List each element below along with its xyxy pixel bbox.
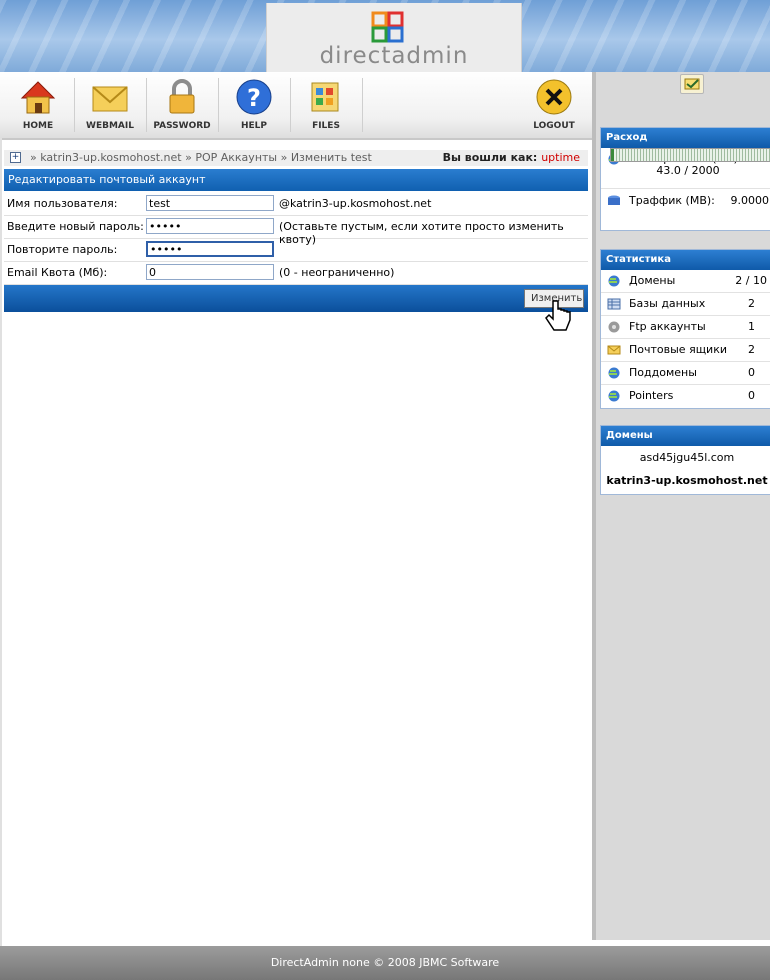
footer: DirectAdmin none © 2008 JBMC Software (0, 946, 770, 980)
stats-value: 0 (748, 389, 755, 402)
help-icon: ? (236, 79, 272, 115)
envelope-icon (92, 86, 128, 112)
domain-suffix: @katrin3-up.kosmohost.net (279, 197, 432, 210)
repeat-password-field[interactable] (146, 241, 274, 257)
stats-value: 0 (748, 366, 755, 379)
files-label: FILES (312, 121, 340, 131)
usage-panel: Расход Размер квоты (MB): 2% 43.0 / 2000… (600, 127, 770, 231)
quota-row: Email Квота (Мб): (0 - неограниченно) (4, 262, 588, 285)
home-button[interactable]: HOME (2, 72, 74, 138)
files-icon (311, 82, 339, 112)
quota-hint: (0 - неограниченно) (279, 266, 395, 279)
username-field[interactable] (146, 195, 274, 211)
help-label: HELP (240, 121, 267, 131)
top-banner: directadmin (0, 0, 770, 72)
stats-row-subdomains[interactable]: Поддомены 0 (601, 362, 770, 385)
breadcrumb-path[interactable]: » katrin3-up.kosmohost.net » POP Аккаунт… (30, 150, 372, 166)
username-row: Имя пользователя: @katrin3-up.kosmohost.… (4, 193, 588, 216)
content-border (0, 138, 2, 946)
traffic-value: 9.0000 (730, 194, 770, 207)
repeat-password-label: Повторите пароль: (7, 243, 118, 256)
database-icon (608, 195, 620, 205)
repeat-password-row: Повторите пароль: (4, 239, 588, 262)
home-label: HOME (22, 121, 54, 131)
quota-usage-text: 43.0 / 2000 (656, 164, 720, 177)
stats-row-domains[interactable]: Домены 2 / 10 (601, 270, 770, 293)
logo[interactable]: directadmin (266, 3, 522, 72)
subdomain-icon (608, 367, 620, 379)
stats-label: Базы данных (629, 297, 706, 310)
password-button[interactable]: PASSWORD (146, 72, 218, 138)
ftp-icon (608, 321, 620, 333)
divider (601, 188, 770, 189)
domain-link-active[interactable]: katrin3-up.kosmohost.net (601, 470, 770, 492)
pointer-cursor-icon (545, 300, 571, 331)
logged-in-as: Вы вошли как: uptime (443, 150, 580, 166)
stats-value: 2 / 10 (735, 274, 767, 287)
mail-notify-button[interactable] (680, 74, 704, 94)
stats-label: Поддомены (629, 366, 697, 379)
traffic-label: Траффик (MB): (629, 194, 715, 207)
logout-label: LOGOUT (533, 121, 575, 131)
logged-in-username[interactable]: uptime (541, 151, 580, 164)
files-button[interactable]: FILES (290, 72, 362, 138)
pointer-icon (608, 390, 620, 402)
logo-text: directadmin (319, 43, 469, 69)
logged-in-label: Вы вошли как: (442, 151, 538, 164)
form-footer: Изменить (4, 285, 588, 331)
quota-label: Email Квота (Мб): (7, 266, 108, 279)
stats-row-databases[interactable]: Базы данных 2 (601, 293, 770, 316)
home-icon (20, 81, 56, 114)
main-toolbar: HOME WEBMAIL PASSWORD ? HELP FILES LOGOU… (0, 72, 592, 140)
stats-title: Статистика (601, 250, 770, 270)
logout-button[interactable]: LOGOUT (518, 72, 590, 138)
stats-label: Pointers (629, 389, 674, 402)
close-icon (536, 79, 572, 115)
new-password-label: Введите новый пароль: (7, 220, 144, 233)
quota-field[interactable] (146, 264, 274, 280)
domain-link[interactable]: asd45jgu45l.com (601, 446, 770, 470)
stats-row-ftp[interactable]: Ftp аккаунты 1 (601, 316, 770, 339)
stats-value: 1 (748, 320, 755, 333)
quota-progress-fill (611, 149, 615, 161)
domains-panel: Домены asd45jgu45l.com katrin3-up.kosmoh… (600, 425, 770, 495)
new-password-row: Введите новый пароль: (Оставьте пустым, … (4, 216, 588, 246)
right-sidebar: Расход Размер квоты (MB): 2% 43.0 / 2000… (592, 72, 770, 940)
stats-panel: Статистика Домены 2 / 10 Базы данных 2 F… (600, 249, 770, 409)
stats-row-mailboxes[interactable]: Почтовые ящики 2 (601, 339, 770, 362)
stats-row-pointers[interactable]: Pointers 0 (601, 385, 770, 407)
traffic-row: Траффик (MB): 9.0000 (601, 190, 770, 212)
database-icon (607, 298, 621, 310)
usage-title: Расход (601, 128, 770, 148)
stats-label: Домены (629, 274, 676, 287)
mailbox-icon (607, 345, 621, 355)
mail-check-icon (684, 78, 700, 90)
toolbar-divider (362, 78, 363, 132)
padlock-icon (169, 79, 195, 114)
stats-value: 2 (748, 297, 755, 310)
stats-value: 2 (748, 343, 755, 356)
webmail-button[interactable]: WEBMAIL (74, 72, 146, 138)
expand-icon[interactable]: + (10, 152, 21, 163)
svg-text:?: ? (247, 84, 261, 112)
domains-title: Домены (601, 426, 770, 446)
webmail-label: WEBMAIL (86, 121, 134, 131)
logo-mark-icon (371, 11, 404, 43)
stats-label: Почтовые ящики (629, 343, 727, 356)
breadcrumb: + » katrin3-up.kosmohost.net » POP Аккау… (4, 150, 588, 166)
quota-progress-bar (610, 148, 770, 162)
stats-label: Ftp аккаунты (629, 320, 706, 333)
username-label: Имя пользователя: (7, 197, 118, 210)
globe-icon (608, 275, 620, 287)
password-label: PASSWORD (153, 121, 211, 131)
new-password-field[interactable] (146, 218, 274, 234)
help-button[interactable]: ? HELP (218, 72, 290, 138)
form-title: Редактировать почтовый аккаунт (4, 169, 588, 191)
